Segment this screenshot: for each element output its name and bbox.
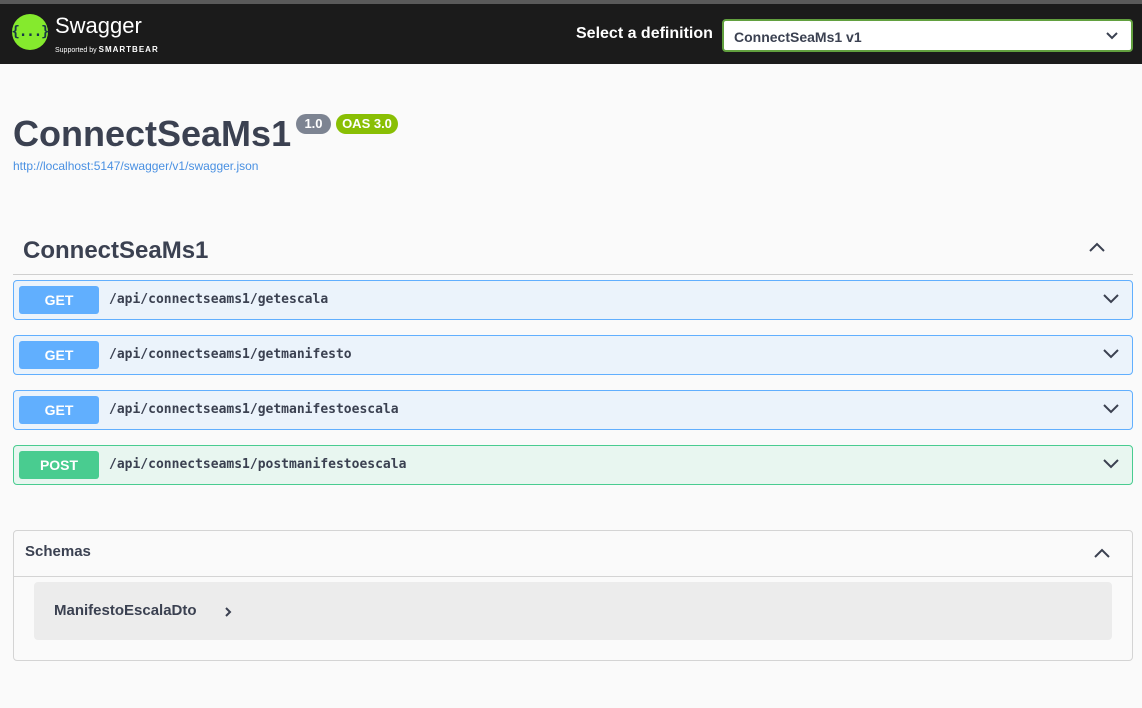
schemas-header[interactable]: Schemas xyxy=(14,531,1132,577)
schema-model-item[interactable]: ManifestoEscalaDto xyxy=(34,582,1112,640)
method-badge: GET xyxy=(19,396,99,424)
api-title: ConnectSeaMs1 xyxy=(13,113,292,154)
operation-get-getmanifesto[interactable]: GET /api/connectseams1/getmanifesto xyxy=(13,335,1133,375)
definition-label: Select a definition xyxy=(576,25,713,42)
definition-select-value: ConnectSeaMs1 v1 xyxy=(734,29,862,45)
method-badge: GET xyxy=(19,341,99,369)
definition-select[interactable]: ConnectSeaMs1 v1 xyxy=(722,19,1133,52)
operation-post-postmanifestoescala[interactable]: POST /api/connectseams1/postmanifestoesc… xyxy=(13,445,1133,485)
chevron-right-icon[interactable] xyxy=(224,606,232,618)
brand-name[interactable]: Swagger xyxy=(55,13,142,39)
schemas-title: Schemas xyxy=(25,543,91,560)
oas-badge: OAS 3.0 xyxy=(336,114,398,134)
tag-name: ConnectSeaMs1 xyxy=(23,237,209,264)
method-badge: GET xyxy=(19,286,99,314)
operation-get-getescala[interactable]: GET /api/connectseams1/getescala xyxy=(13,280,1133,320)
operation-path: /api/connectseams1/getescala xyxy=(109,292,329,307)
brand-sub-prefix: Supported by xyxy=(55,47,97,54)
logo-glyph: {...} xyxy=(11,24,49,40)
chevron-down-icon[interactable] xyxy=(1102,293,1120,305)
chevron-down-icon[interactable] xyxy=(1102,403,1120,415)
version-badge: 1.0 xyxy=(296,114,331,134)
operation-path: /api/connectseams1/getmanifestoescala xyxy=(109,402,399,417)
chevron-up-icon[interactable] xyxy=(1087,240,1107,254)
operation-path: /api/connectseams1/getmanifesto xyxy=(109,347,352,362)
operation-path: /api/connectseams1/postmanifestoescala xyxy=(109,457,407,472)
tag-section-header[interactable]: ConnectSeaMs1 xyxy=(13,226,1133,275)
swagger-logo-icon[interactable]: {...} xyxy=(11,14,50,50)
chevron-down-icon xyxy=(1106,32,1118,40)
operation-get-getmanifestoescala[interactable]: GET /api/connectseams1/getmanifestoescal… xyxy=(13,390,1133,430)
spec-url-link[interactable]: http://localhost:5147/swagger/v1/swagger… xyxy=(13,159,258,173)
brand-sub-name: SMARTBEAR xyxy=(98,45,159,54)
schema-model-name: ManifestoEscalaDto xyxy=(54,602,197,619)
brand-subtitle: Supported by SMARTBEAR xyxy=(55,45,159,54)
schemas-section: Schemas ManifestoEscalaDto xyxy=(13,530,1133,661)
chevron-down-icon[interactable] xyxy=(1102,458,1120,470)
chevron-up-icon[interactable] xyxy=(1092,547,1112,560)
chevron-down-icon[interactable] xyxy=(1102,348,1120,360)
method-badge: POST xyxy=(19,451,99,479)
topbar: {...} Swagger Supported by SMARTBEAR Sel… xyxy=(0,4,1142,64)
